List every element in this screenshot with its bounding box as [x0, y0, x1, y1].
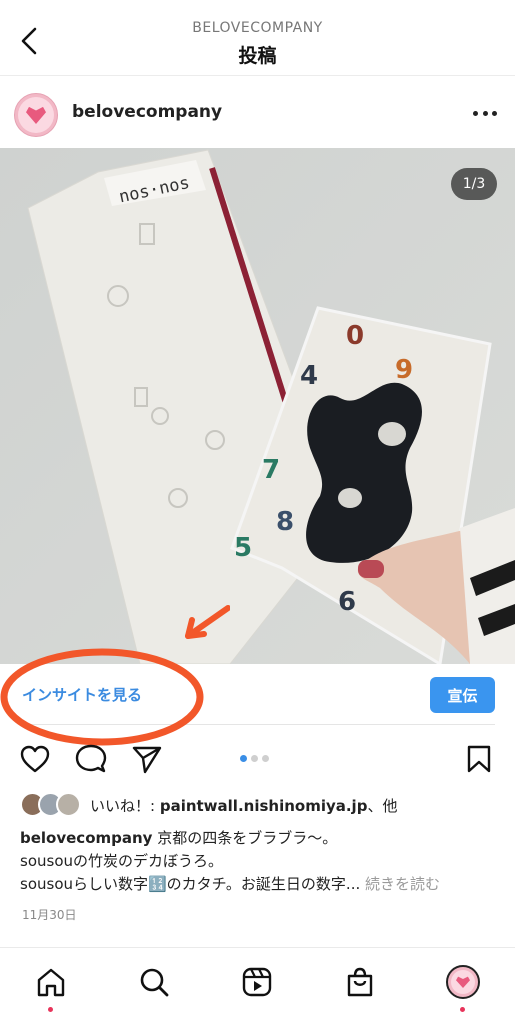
- svg-text:4: 4: [300, 361, 318, 391]
- caption-username[interactable]: belovecompany: [20, 829, 152, 847]
- photo-illustration: nos·nos 4 9 7 8 5 0 6: [0, 148, 515, 664]
- caption-line-3: sousouらしい数字🔢のカタチ。お誕生日の数字...: [20, 875, 361, 893]
- nav-profile[interactable]: [445, 964, 481, 1000]
- notification-dot: [48, 1007, 53, 1012]
- likes-suffix: 、他: [367, 797, 398, 815]
- nav-shop[interactable]: [342, 964, 378, 1000]
- svg-text:7: 7: [262, 455, 280, 485]
- svg-text:5: 5: [234, 533, 252, 563]
- svg-text:6: 6: [338, 587, 356, 617]
- search-icon: [140, 968, 169, 997]
- nav-reels[interactable]: [239, 964, 275, 1000]
- svg-text:0: 0: [346, 321, 364, 351]
- caption-line-2: sousouの竹炭のデカぼうろ。: [20, 852, 223, 870]
- carousel-dot: [240, 755, 247, 762]
- account-name: BELOVECOMPANY: [192, 20, 323, 36]
- read-more-link[interactable]: 続きを読む: [360, 875, 440, 893]
- post-photo[interactable]: nos·nos 4 9 7 8 5 0 6 1/3: [0, 148, 515, 664]
- shop-icon: [347, 967, 373, 997]
- likes-text: いいね！: paintwall.nishinomiya.jp、他: [90, 795, 397, 816]
- liker-name[interactable]: paintwall.nishinomiya.jp: [160, 797, 368, 815]
- liker-avatar: [56, 792, 81, 817]
- comment-button[interactable]: [74, 743, 108, 775]
- carousel-dot: [251, 755, 258, 762]
- svg-text:9: 9: [395, 355, 413, 385]
- profile-avatar: [446, 965, 480, 999]
- heart-icon: [20, 745, 50, 773]
- send-icon: [132, 746, 162, 774]
- bookmark-icon: [467, 745, 491, 773]
- caption-line-1: 京都の四条をブラブラ〜。: [152, 829, 338, 847]
- image-counter: 1/3: [451, 168, 497, 200]
- post-username[interactable]: belovecompany: [72, 102, 222, 122]
- save-button[interactable]: [462, 743, 496, 775]
- post-date: 11月30日: [22, 908, 77, 922]
- nav-search[interactable]: [136, 964, 172, 1000]
- likes-prefix: いいね！:: [90, 797, 160, 815]
- carousel-indicator: [240, 755, 269, 762]
- divider: [20, 724, 495, 725]
- home-icon: [37, 968, 65, 997]
- carousel-dot: [262, 755, 269, 762]
- notification-dot: [460, 1007, 465, 1012]
- promote-button[interactable]: 宣伝: [430, 677, 495, 713]
- svg-text:8: 8: [276, 507, 294, 537]
- comment-icon: [75, 744, 107, 773]
- avatar[interactable]: [14, 93, 58, 137]
- page-title: 投稿: [238, 45, 277, 67]
- bottom-nav: [0, 947, 515, 1024]
- likes-row[interactable]: いいね！: paintwall.nishinomiya.jp、他: [20, 792, 500, 818]
- post-header: belovecompany: [0, 76, 515, 148]
- like-button[interactable]: [18, 743, 52, 775]
- top-bar: BELOVECOMPANY 投稿: [0, 0, 515, 76]
- reels-icon: [242, 967, 272, 997]
- nav-home[interactable]: [33, 964, 69, 1000]
- ellipsis-icon[interactable]: [473, 109, 497, 117]
- share-button[interactable]: [130, 743, 164, 775]
- view-insights-link[interactable]: インサイトを見る: [22, 684, 142, 705]
- caption: belovecompany 京都の四条をブラブラ〜。 sousouの竹炭のデカぼ…: [20, 827, 500, 896]
